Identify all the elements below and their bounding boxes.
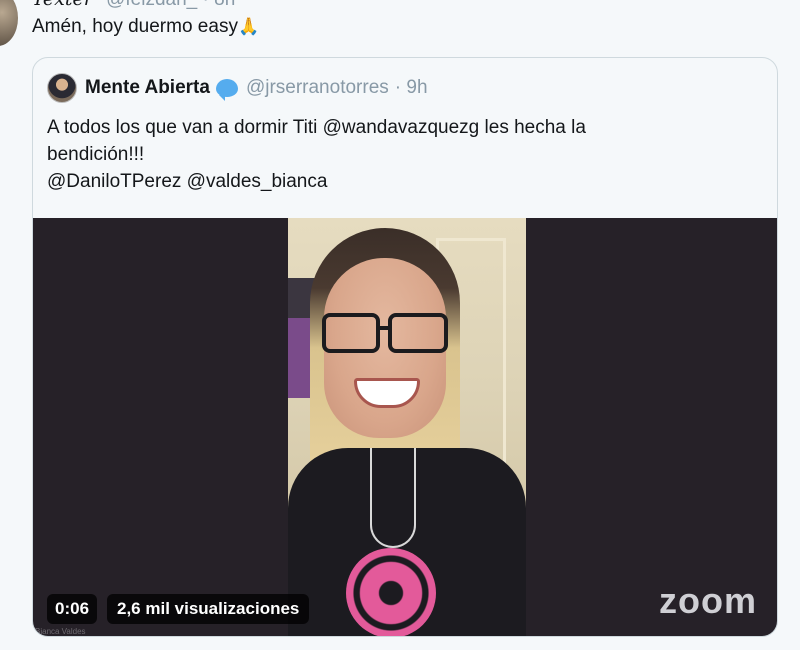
outer-tweet-name[interactable]: Yexter <box>32 0 93 10</box>
zoom-watermark: zoom <box>659 580 757 621</box>
outer-tweet-handle[interactable]: @feizdan_ <box>106 0 197 10</box>
quoted-tweet-card[interactable]: Mente Abierta @jrserranotorres · 9h A to… <box>32 57 778 637</box>
outer-tweet-text: Amén, hoy duermo easy🙏 <box>32 16 259 38</box>
tweet-page: Yexter @feizdan_ · 8h Amén, hoy duermo e… <box>0 0 800 650</box>
quoted-tweet-text-line: A todos los que van a dormir Titi @wanda… <box>47 117 586 138</box>
glasses-left-lens <box>322 313 380 353</box>
quoted-tweet-display-name[interactable]: Mente Abierta <box>85 77 210 99</box>
video-view-count: 2,6 mil visualizaciones <box>107 594 310 624</box>
video-player[interactable]: zoom 0:06 2,6 mil visualizaciones Bianca… <box>33 218 777 636</box>
quoted-tweet-handle[interactable]: @jrserranotorres <box>246 77 389 99</box>
video-name-caption: Bianca Valdes <box>35 627 86 636</box>
video-frame <box>288 218 526 636</box>
person-necklace <box>370 448 416 548</box>
quoted-tweet-avatar[interactable] <box>47 73 77 103</box>
outer-tweet-header: Yexter @feizdan_ · 8h <box>32 0 432 10</box>
outer-tweet-avatar[interactable] <box>0 0 18 46</box>
glasses-bridge <box>378 326 390 330</box>
speech-bubble-icon <box>215 79 238 101</box>
outer-tweet-time[interactable]: · 8h <box>203 0 236 10</box>
quoted-tweet-text: A todos los que van a dormir Titi @wanda… <box>47 114 747 195</box>
quoted-tweet-text-line: bendición!!! <box>47 144 145 165</box>
quoted-tweet-time[interactable]: · 9h <box>395 77 428 99</box>
quoted-tweet-mentions[interactable]: @DaniloTPerez @valdes_bianca <box>47 168 747 195</box>
outer-tweet-text-body: Amén, hoy duermo easy <box>32 16 238 37</box>
glasses-right-lens <box>388 313 448 353</box>
quoted-tweet-header: Mente Abierta @jrserranotorres · 9h <box>47 72 428 104</box>
shirt-print <box>346 548 436 636</box>
video-elapsed-time: 0:06 <box>47 594 98 624</box>
praying-hands-emoji: 🙏 <box>237 17 260 36</box>
